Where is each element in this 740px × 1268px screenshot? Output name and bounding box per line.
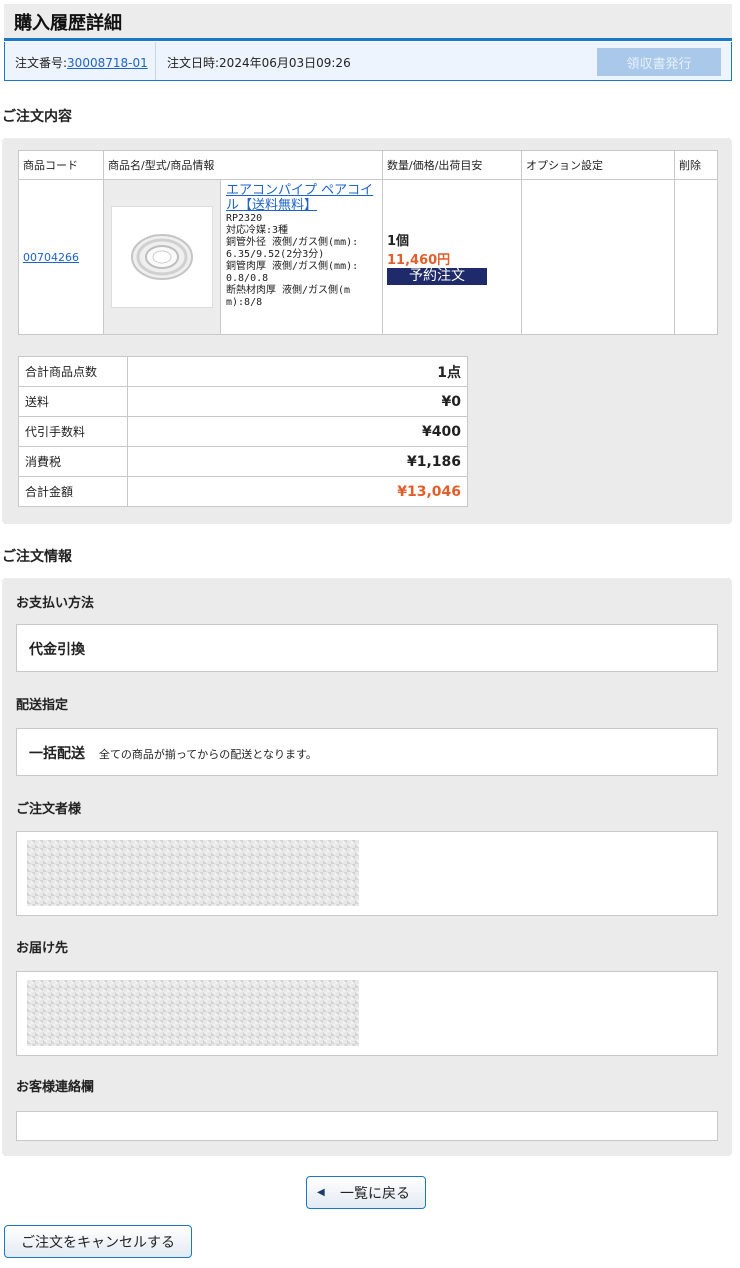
payment-value: 代金引換 xyxy=(29,642,85,658)
totals-value: 1点 xyxy=(127,356,468,387)
totals-table: 合計商品点数 1点 送料 ¥0 代引手数料 ¥400 消費税 ¥1,186 合計金額 ¥1… xyxy=(18,356,468,507)
totals-row-count: 合計商品点数 1点 xyxy=(18,356,468,387)
col-header-code: 商品コード xyxy=(18,150,104,180)
col-header-name: 商品名/型式/商品情報 xyxy=(103,150,383,180)
item-info-line: 6.35/9.52(2分3分) xyxy=(226,249,325,260)
item-name-cell: エアコンパイプ ペアコイル【送料無料】 RP2320 対応冷媒:3種 銅管外径 … xyxy=(103,179,383,335)
delivery-note: 全ての商品が揃ってからの配送となります。 xyxy=(98,748,317,761)
totals-row-tax: 消費税 ¥1,186 xyxy=(18,446,468,477)
delivery-label: 配送指定 xyxy=(16,698,69,713)
order-info-panel: お支払い方法 代金引換 配送指定 一括配送 全ての商品が揃ってからの配送となりま… xyxy=(2,578,732,1156)
item-info-line: 銅管肉厚 液側/ガス側(mm): xyxy=(226,261,359,272)
item-info-line: 断熱材肉厚 液側/ガス側(m xyxy=(226,285,351,296)
items-table: 商品コード 商品名/型式/商品情報 数量/価格/出荷目安 オプション設定 削除 … xyxy=(18,150,718,335)
redacted-orderer-info xyxy=(27,840,359,906)
receipt-button[interactable]: 領収書発行 xyxy=(597,48,721,76)
orderer-label: ご注文者様 xyxy=(16,802,82,817)
totals-label: 合計金額 xyxy=(18,476,128,507)
items-header-row: 商品コード 商品名/型式/商品情報 数量/価格/出荷目安 オプション設定 削除 xyxy=(18,150,718,180)
item-info-line: 銅管外径 液側/ガス側(mm): xyxy=(226,237,359,248)
coil-pipe-image[interactable] xyxy=(111,206,213,308)
totals-label: 合計商品点数 xyxy=(18,356,128,387)
totals-value: ¥0 xyxy=(127,386,468,417)
totals-row-shipping: 送料 ¥0 xyxy=(18,386,468,417)
col-header-option: オプション設定 xyxy=(521,150,675,180)
back-to-list-button[interactable]: ◀ 一覧に戻る xyxy=(306,1176,426,1209)
totals-row-cod-fee: 代引手数料 ¥400 xyxy=(18,416,468,447)
col-header-delete: 削除 xyxy=(674,150,718,180)
delivery-box: 一括配送 全ての商品が揃ってからの配送となります。 xyxy=(16,728,718,776)
payment-label: お支払い方法 xyxy=(16,596,95,611)
totals-row-grand: 合計金額 ¥13,046 xyxy=(18,476,468,507)
contact-label: お客様連絡欄 xyxy=(16,1080,95,1095)
contact-box xyxy=(16,1111,718,1141)
redacted-shipto-info xyxy=(27,980,359,1046)
table-row: 00704266 エアコンパイプ ペアコイル【送料無料】 RP2320 対応冷媒… xyxy=(18,179,718,335)
item-price: 11,460円 xyxy=(387,252,451,268)
delivery-value: 一括配送 xyxy=(29,746,85,762)
payment-box: 代金引換 xyxy=(16,624,718,672)
item-info-line: 対応冷媒:3種 xyxy=(226,225,289,236)
order-number-label: 注文番号: xyxy=(15,56,68,70)
order-date: 注文日時:2024年06月03日09:26 xyxy=(167,56,351,70)
back-button-label: 一覧に戻る xyxy=(340,1185,410,1202)
item-qty-cell: 1個 11,460円 予約注文 xyxy=(382,179,522,335)
order-number-link[interactable]: 30008718-01 xyxy=(67,56,148,70)
totals-label: 代引手数料 xyxy=(18,416,128,447)
totals-label: 消費税 xyxy=(18,446,128,477)
totals-label: 送料 xyxy=(18,386,128,417)
totals-value: ¥1,186 xyxy=(127,446,468,477)
item-image-cell xyxy=(104,180,221,334)
item-code-link[interactable]: 00704266 xyxy=(23,251,79,264)
totals-value: ¥400 xyxy=(127,416,468,447)
grand-total-value: ¥13,046 xyxy=(127,476,468,507)
item-code-cell: 00704266 xyxy=(18,179,104,335)
item-model: RP2320 xyxy=(226,213,263,224)
page-title: 購入履歴詳細 xyxy=(14,13,122,34)
reservation-badge: 予約注文 xyxy=(387,267,487,285)
order-contents-panel: 商品コード 商品名/型式/商品情報 数量/価格/出荷目安 オプション設定 削除 … xyxy=(2,138,732,524)
item-details: エアコンパイプ ペアコイル【送料無料】 RP2320 対応冷媒:3種 銅管外径 … xyxy=(221,180,382,334)
divider xyxy=(155,42,156,80)
left-triangle-icon: ◀ xyxy=(317,1187,325,1198)
shipto-box xyxy=(16,971,718,1056)
order-info-heading: ご注文情報 xyxy=(2,549,72,565)
cancel-order-button[interactable]: ご注文をキャンセルする xyxy=(4,1225,192,1258)
order-summary-bar: 注文番号:30008718-01 注文日時:2024年06月03日09:26 領… xyxy=(4,42,732,81)
item-name-link[interactable]: エアコンパイプ ペアコイル【送料無料】 xyxy=(226,183,373,213)
item-info-line: 0.8/0.8 xyxy=(226,273,269,284)
item-info-line: m):8/8 xyxy=(226,297,263,308)
order-number: 注文番号:30008718-01 xyxy=(15,54,148,71)
order-contents-heading: ご注文内容 xyxy=(2,109,72,125)
item-qty: 1個 xyxy=(387,233,410,249)
shipto-label: お届け先 xyxy=(16,941,69,956)
item-option-cell xyxy=(521,179,675,335)
page-header: 購入履歴詳細 xyxy=(4,4,732,41)
delivery-text: 一括配送 全ての商品が揃ってからの配送となります。 xyxy=(29,743,317,763)
orderer-box xyxy=(16,831,718,916)
col-header-qty: 数量/価格/出荷目安 xyxy=(382,150,522,180)
item-delete-cell xyxy=(674,179,718,335)
